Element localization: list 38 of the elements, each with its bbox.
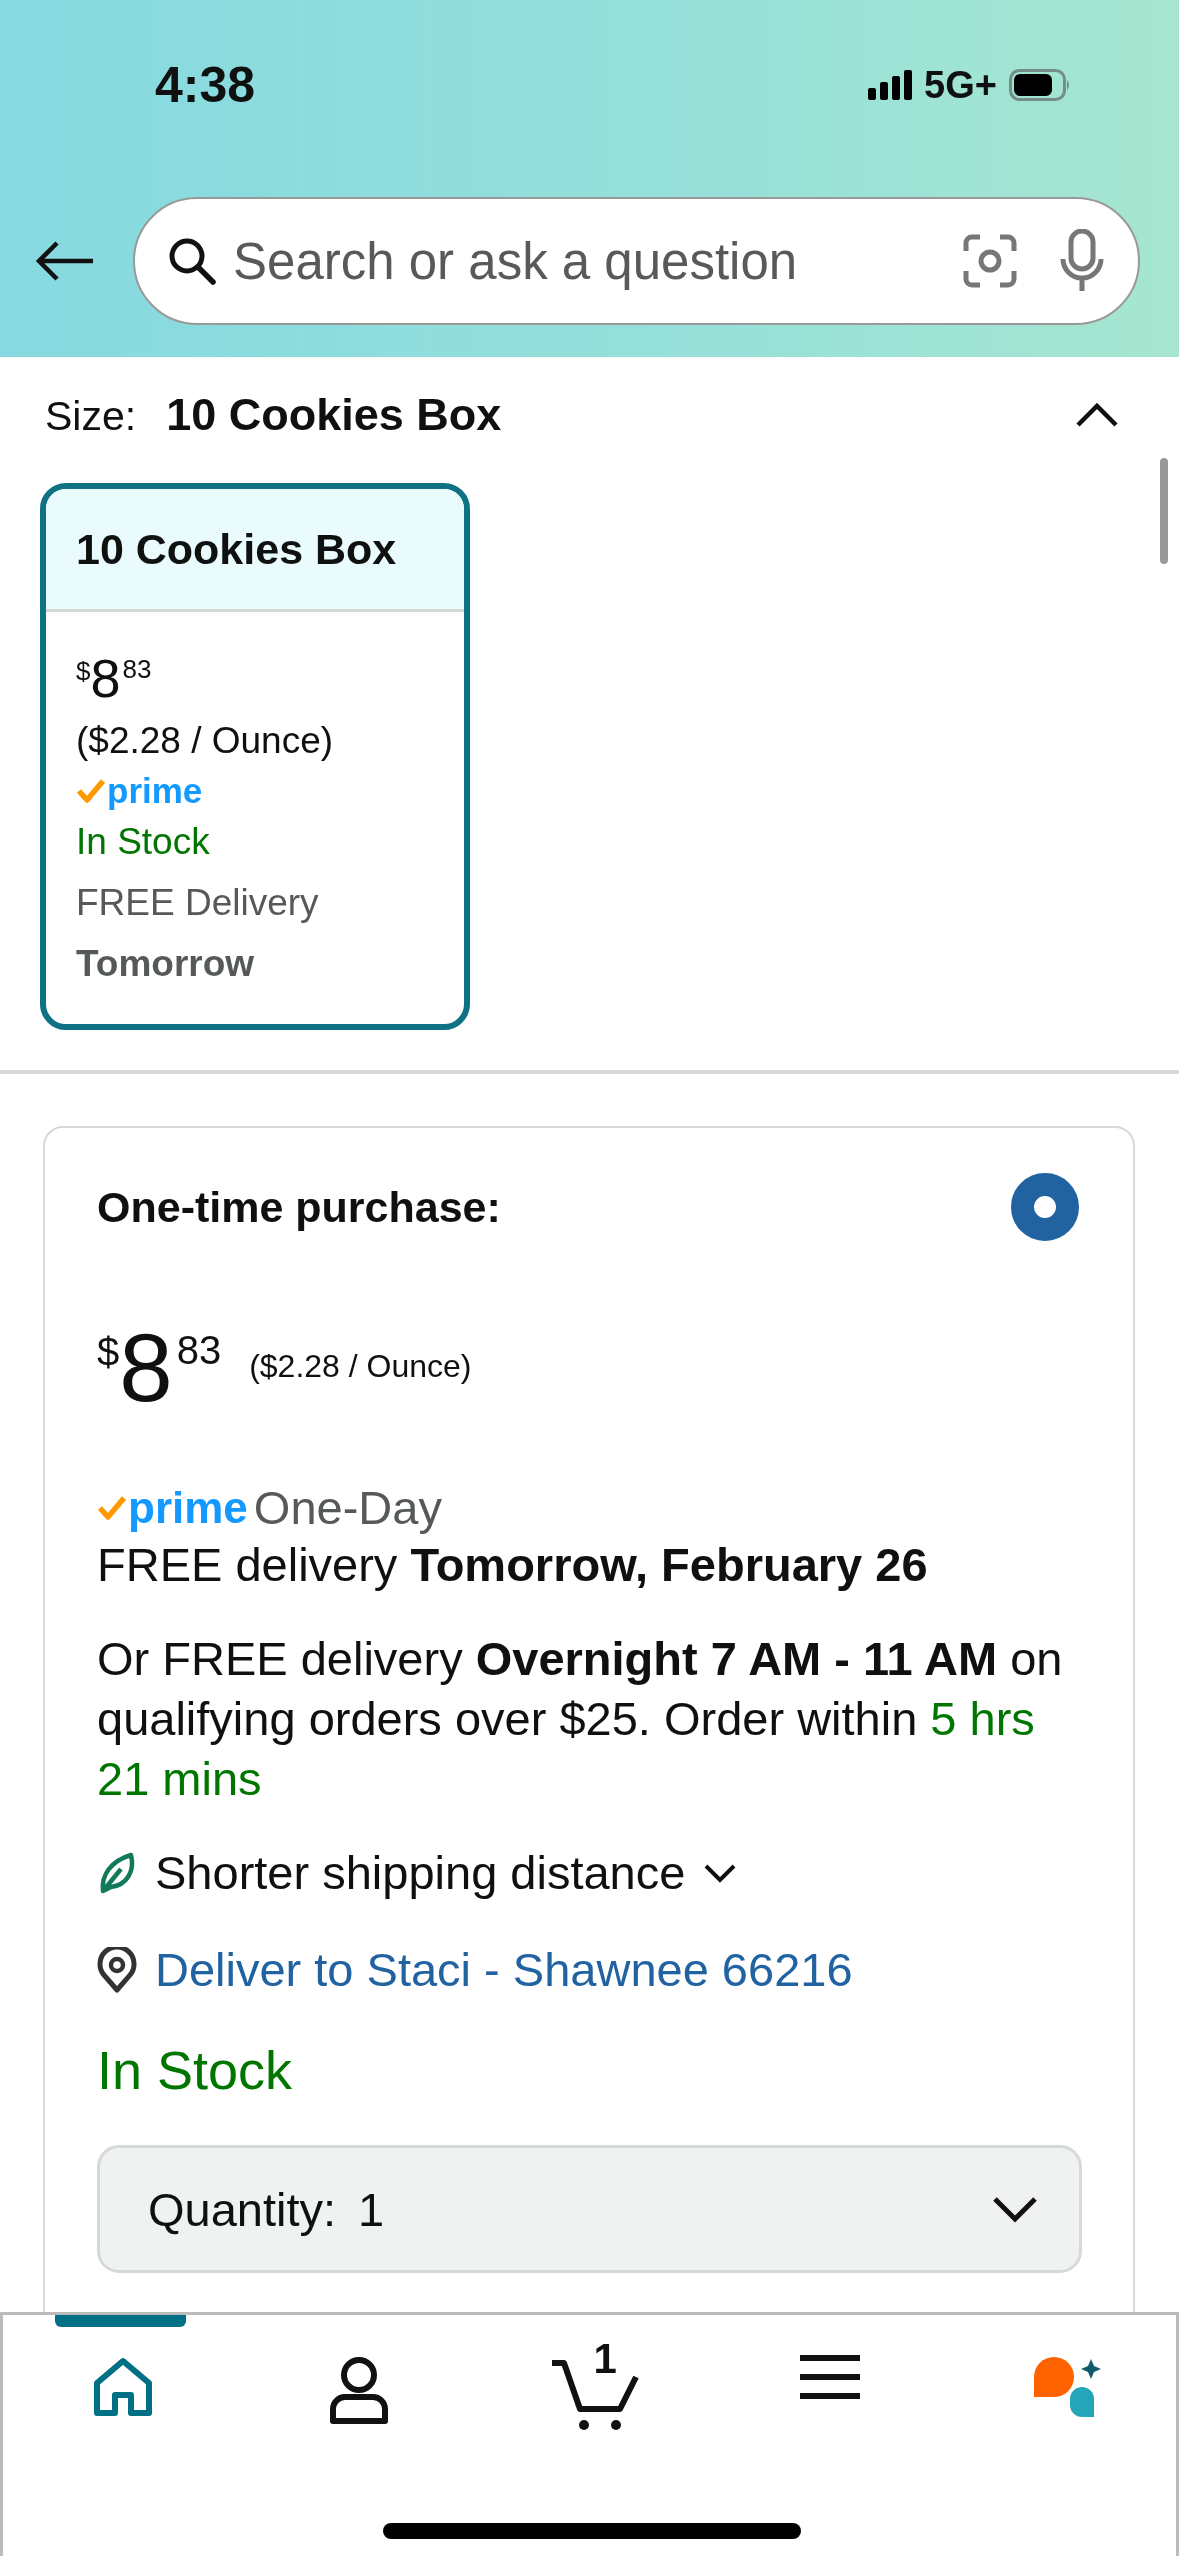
size-value: 10 Cookies Box — [166, 389, 502, 441]
home-icon — [91, 2355, 155, 2419]
microphone-icon[interactable] — [1060, 229, 1104, 293]
check-icon — [97, 1494, 127, 1521]
prime-label: prime — [107, 771, 203, 811]
chevron-up-icon[interactable] — [1075, 402, 1119, 428]
cart-count: 1 — [593, 2335, 617, 2383]
menu-icon — [800, 2355, 861, 2399]
delivery-offer-text: Or FREE delivery Overnight 7 AM - 11 AM on qualifying orders over $25. Order within 5 hrs 21 mins — [97, 1631, 1064, 1807]
person-icon — [328, 2355, 389, 2425]
availability-label: In Stock — [97, 2039, 294, 2101]
status-time: 4:38 — [155, 56, 256, 114]
network-label: 5G+ — [924, 63, 997, 107]
prime-speed-label: One-Day — [253, 1480, 442, 1535]
location-pin-icon — [97, 1946, 137, 1993]
option-name: 10 Cookies Box — [76, 524, 397, 574]
quantity-dropdown[interactable]: Quantity: 1 — [97, 2145, 1082, 2273]
size-label: Size: — [45, 393, 137, 440]
back-arrow-icon[interactable] — [35, 241, 95, 281]
shipping-info-toggle[interactable]: Shorter shipping distance — [155, 1845, 686, 1900]
camera-icon[interactable] — [962, 233, 1018, 289]
unit-price: ($2.28 / Ounce) — [249, 1348, 472, 1385]
unit-price: ($2.28 / Ounce) — [76, 719, 335, 763]
search-bar[interactable]: Search or ask a question — [133, 197, 1140, 325]
delivery-text: FREE delivery Tomorrow, February 26 — [97, 1537, 929, 1593]
search-input[interactable]: Search or ask a question — [231, 230, 962, 292]
chevron-down-icon — [991, 2195, 1039, 2223]
deliver-to-link[interactable]: Deliver to Staci - Shawnee 66216 — [155, 1942, 853, 1997]
tab-bar-item[interactable]: 1 — [524, 2315, 665, 2465]
check-icon — [76, 778, 106, 804]
search-icon — [167, 236, 217, 286]
battery-icon — [1009, 69, 1071, 101]
delivery-label: FREE Delivery — [76, 881, 320, 925]
signal-icon — [868, 70, 913, 100]
delivery-day: Tomorrow — [76, 933, 434, 994]
chevron-down-icon[interactable] — [703, 1862, 738, 1883]
availability-label: In Stock — [76, 820, 211, 864]
purchase-title: One-time purchase: — [97, 1182, 501, 1232]
